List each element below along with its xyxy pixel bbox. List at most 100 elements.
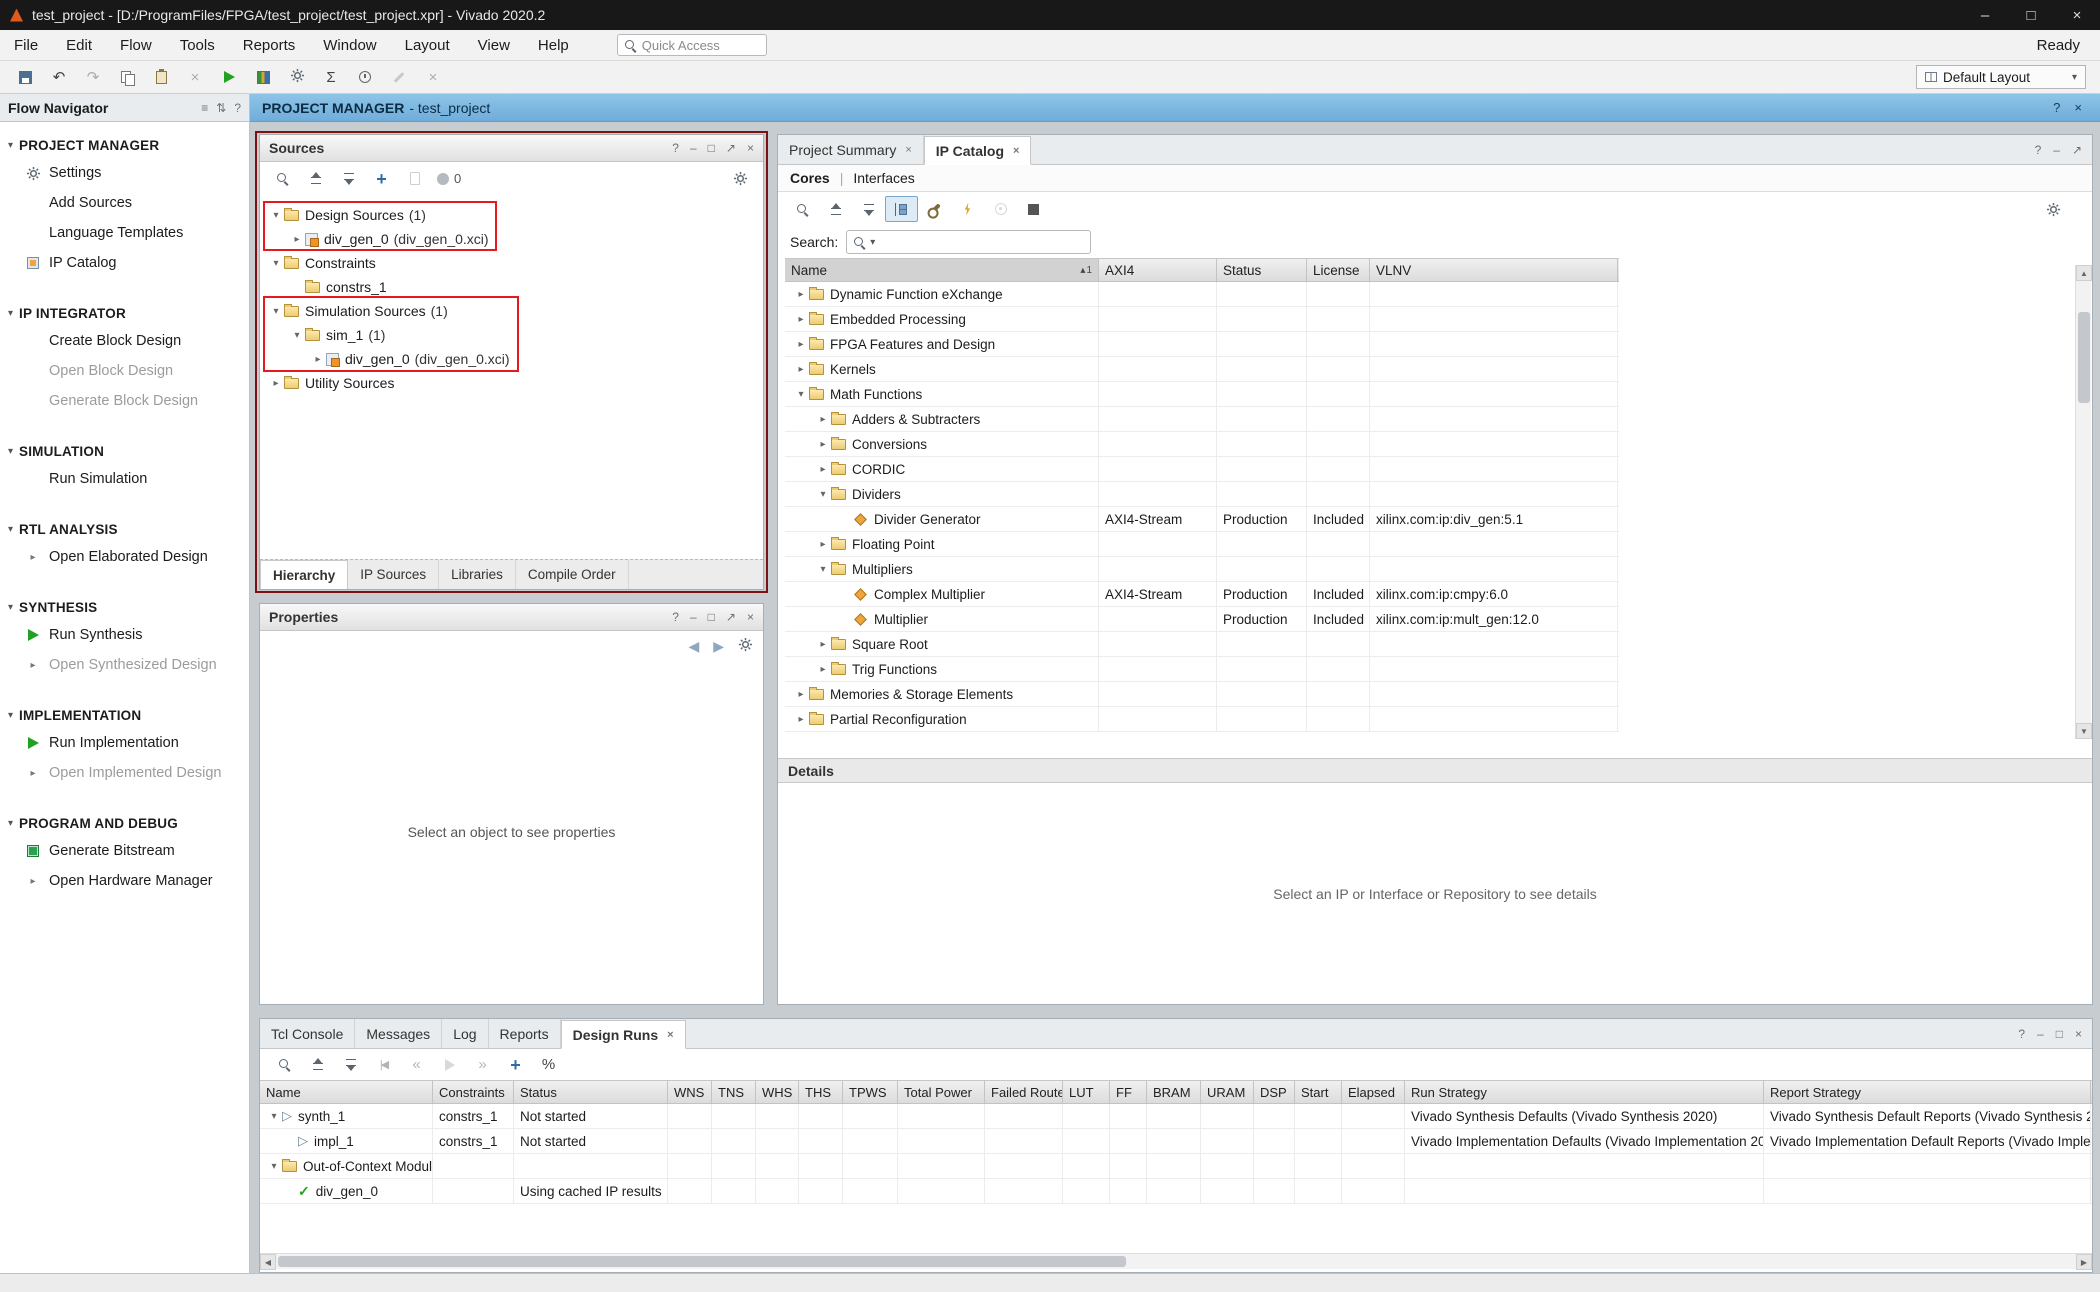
paste-icon[interactable] bbox=[144, 64, 178, 90]
run-row-div-gen-0[interactable]: ✓div_gen_0Using cached IP results bbox=[260, 1179, 2092, 1204]
help-icon[interactable]: ? bbox=[2053, 100, 2060, 115]
column-header-constraints[interactable]: Constraints bbox=[433, 1081, 514, 1103]
ip-row-math-functions[interactable]: ▾Math Functions bbox=[785, 382, 1619, 407]
close-icon[interactable]: × bbox=[747, 610, 754, 624]
scroll-down-icon[interactable]: ▼ bbox=[2076, 723, 2092, 739]
menu-tools[interactable]: Tools bbox=[166, 37, 229, 54]
expander-icon[interactable]: ▸ bbox=[815, 414, 831, 425]
flow-section-rtl-analysis[interactable]: ▾RTL ANALYSIS bbox=[0, 516, 249, 542]
tree-item-div-gen-0[interactable]: ▸div_gen_0(div_gen_0.xci) bbox=[260, 347, 763, 371]
expander-icon[interactable]: ▾ bbox=[793, 389, 809, 400]
help-icon[interactable]: ? bbox=[234, 101, 241, 115]
expander-icon[interactable]: ▾ bbox=[289, 330, 305, 341]
column-header-whs[interactable]: WHS bbox=[756, 1081, 799, 1103]
ip-row-fpga-features-and-design[interactable]: ▸FPGA Features and Design bbox=[785, 332, 1619, 357]
sources-tab-ip-sources[interactable]: IP Sources bbox=[348, 560, 439, 589]
tab-log[interactable]: Log bbox=[442, 1019, 488, 1048]
menu-reports[interactable]: Reports bbox=[229, 37, 310, 54]
flow-section-project-manager[interactable]: ▾PROJECT MANAGER bbox=[0, 132, 249, 158]
ip-row-multiplier[interactable]: MultiplierProductionIncludedxilinx.com:i… bbox=[785, 607, 1619, 632]
run-row-synth-1[interactable]: ▾▷synth_1constrs_1Not startedVivado Synt… bbox=[260, 1104, 2092, 1129]
help-icon[interactable]: ? bbox=[672, 610, 679, 624]
tree-item-div-gen-0[interactable]: ▸div_gen_0(div_gen_0.xci) bbox=[260, 227, 763, 251]
column-header-uram[interactable]: URAM bbox=[1201, 1081, 1254, 1103]
close-icon[interactable]: × bbox=[2075, 1027, 2082, 1041]
flow-section-implementation[interactable]: ▾IMPLEMENTATION bbox=[0, 702, 249, 728]
ip-row-dividers[interactable]: ▾Dividers bbox=[785, 482, 1619, 507]
menu-layout[interactable]: Layout bbox=[391, 37, 464, 54]
expander-icon[interactable]: ▾ bbox=[815, 564, 831, 575]
flow-section-simulation[interactable]: ▾SIMULATION bbox=[0, 438, 249, 464]
ip-row-dynamic-function-exchange[interactable]: ▸Dynamic Function eXchange bbox=[785, 282, 1619, 307]
flow-section-program-and-debug[interactable]: ▾PROGRAM AND DEBUG bbox=[0, 810, 249, 836]
column-header-run-strategy[interactable]: Run Strategy bbox=[1405, 1081, 1764, 1103]
ip-row-cordic[interactable]: ▸CORDIC bbox=[785, 457, 1619, 482]
expander-icon[interactable]: ▸ bbox=[815, 439, 831, 450]
expander-icon[interactable]: ▸ bbox=[815, 539, 831, 550]
flow-item-ip-catalog[interactable]: IP Catalog bbox=[0, 248, 249, 278]
ip-row-square-root[interactable]: ▸Square Root bbox=[785, 632, 1619, 657]
ip-row-kernels[interactable]: ▸Kernels bbox=[785, 357, 1619, 382]
ip-row-complex-multiplier[interactable]: Complex MultiplierAXI4-StreamProductionI… bbox=[785, 582, 1619, 607]
minimize-icon[interactable]: – bbox=[2037, 1027, 2044, 1041]
tree-item-sim-1[interactable]: ▾sim_1(1) bbox=[260, 323, 763, 347]
ip-search-input[interactable] bbox=[879, 234, 1084, 251]
back-icon[interactable]: ◀ bbox=[688, 638, 699, 655]
ip-row-floating-point[interactable]: ▸Floating Point bbox=[785, 532, 1619, 557]
column-header-start[interactable]: Start bbox=[1295, 1081, 1342, 1103]
expander-icon[interactable]: ▸ bbox=[793, 364, 809, 375]
sources-tab-compile-order[interactable]: Compile Order bbox=[516, 560, 629, 589]
flow-item-run-synthesis[interactable]: Run Synthesis bbox=[0, 620, 249, 650]
ip-ip-status-icon[interactable] bbox=[984, 196, 1017, 222]
column-header-ff[interactable]: FF bbox=[1110, 1081, 1147, 1103]
scrollbar-thumb[interactable] bbox=[2078, 312, 2090, 403]
expander-icon[interactable]: ▸ bbox=[289, 234, 305, 245]
menu-file[interactable]: File bbox=[0, 37, 52, 54]
tree-item-constraints[interactable]: ▾Constraints bbox=[260, 251, 763, 275]
column-header-tpws[interactable]: TPWS bbox=[843, 1081, 898, 1103]
runs-expand-all-icon[interactable] bbox=[334, 1052, 367, 1078]
runs-run-icon[interactable] bbox=[433, 1052, 466, 1078]
flow-item-open-synthesized-design[interactable]: ▸Open Synthesized Design bbox=[0, 650, 249, 680]
float-icon[interactable]: ↗ bbox=[2072, 143, 2082, 157]
tab-design-runs[interactable]: Design Runs× bbox=[561, 1020, 686, 1049]
gear-icon[interactable] bbox=[738, 637, 753, 655]
close-icon[interactable]: × bbox=[747, 141, 754, 155]
runs-percent-icon[interactable]: % bbox=[532, 1052, 565, 1078]
maximize-icon[interactable]: □ bbox=[708, 141, 715, 155]
flow-item-language-templates[interactable]: Language Templates bbox=[0, 218, 249, 248]
menu-help[interactable]: Help bbox=[524, 37, 583, 54]
tab-tcl-console[interactable]: Tcl Console bbox=[260, 1019, 355, 1048]
runs-create-run-icon[interactable]: + bbox=[499, 1052, 532, 1078]
subtab-cores[interactable]: Cores bbox=[790, 170, 830, 186]
column-header-bram[interactable]: BRAM bbox=[1147, 1081, 1201, 1103]
ip-customize-ip-icon[interactable] bbox=[918, 196, 951, 222]
gear-icon[interactable] bbox=[724, 166, 757, 192]
minimize-icon[interactable]: – bbox=[690, 141, 697, 155]
sources-tab-hierarchy[interactable]: Hierarchy bbox=[260, 560, 348, 589]
column-header-tns[interactable]: TNS bbox=[712, 1081, 756, 1103]
flow-item-open-hardware-manager[interactable]: ▸Open Hardware Manager bbox=[0, 866, 249, 896]
flow-item-run-implementation[interactable]: Run Implementation bbox=[0, 728, 249, 758]
help-icon[interactable]: ? bbox=[672, 141, 679, 155]
ip-group-by-hierarchy-icon[interactable] bbox=[885, 196, 918, 222]
tab-messages[interactable]: Messages bbox=[355, 1019, 442, 1048]
tree-item-simulation-sources[interactable]: ▾Simulation Sources(1) bbox=[260, 299, 763, 323]
gear-icon[interactable] bbox=[2037, 196, 2070, 222]
save-icon[interactable] bbox=[8, 64, 42, 90]
expander-icon[interactable]: ▾ bbox=[815, 489, 831, 500]
delete-icon[interactable]: × bbox=[178, 64, 212, 90]
float-icon[interactable]: ↗ bbox=[726, 610, 736, 624]
sources-tab-libraries[interactable]: Libraries bbox=[439, 560, 516, 589]
flow-section-synthesis[interactable]: ▾SYNTHESIS bbox=[0, 594, 249, 620]
column-header-report-strategy[interactable]: Report Strategy bbox=[1764, 1081, 2091, 1103]
scrollbar-thumb[interactable] bbox=[278, 1256, 1126, 1267]
flow-item-generate-bitstream[interactable]: Generate Bitstream bbox=[0, 836, 249, 866]
flow-item-open-implemented-design[interactable]: ▸Open Implemented Design bbox=[0, 758, 249, 788]
sort-icon[interactable]: ⇅ bbox=[216, 101, 226, 115]
sources-expand-all-icon[interactable] bbox=[332, 166, 365, 192]
scroll-right-icon[interactable]: ▶ bbox=[2076, 1254, 2092, 1270]
close-icon[interactable]: × bbox=[667, 1029, 673, 1041]
menu-window[interactable]: Window bbox=[309, 37, 390, 54]
column-header-lut[interactable]: LUT bbox=[1063, 1081, 1110, 1103]
